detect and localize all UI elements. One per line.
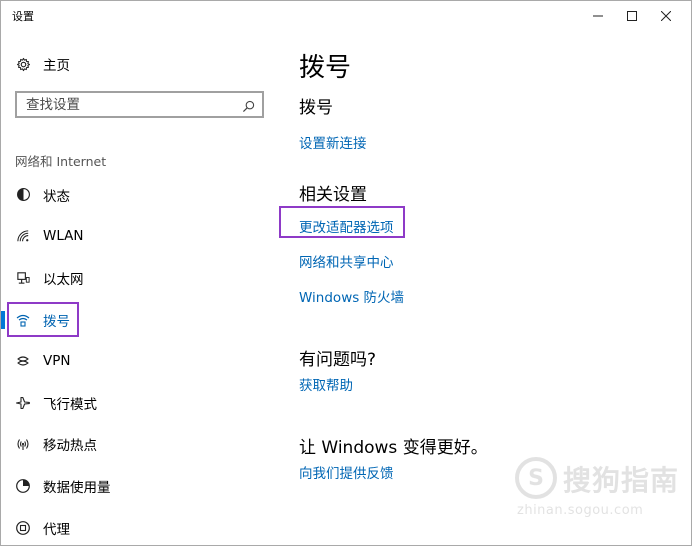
question-heading: 有问题吗? (299, 350, 377, 370)
sidebar-item-status[interactable]: 状态 (1, 174, 281, 216)
sidebar: 主页 网络和 Internet 状态 WLAN (1, 31, 281, 546)
ethernet-icon (15, 270, 31, 286)
search-box[interactable] (15, 91, 264, 118)
gear-icon (15, 56, 31, 72)
main-content: 拨号 拨号 设置新连接 相关设置 更改适配器选项 网络和共享中心 Windows… (299, 31, 689, 546)
airplane-icon (15, 395, 31, 411)
selected-indicator (1, 310, 5, 329)
maximize-button[interactable] (615, 1, 649, 31)
sidebar-item-dialup[interactable]: 拨号 (1, 299, 281, 341)
close-button[interactable] (649, 1, 683, 31)
sidebar-item-airplane[interactable]: 飞行模式 (1, 382, 281, 424)
sidebar-nav: 状态 WLAN 以太网 拨号 VPN 飞行模式 移动热点 数据使用量 代理 (1, 174, 281, 546)
sidebar-item-label: 数据使用量 (43, 479, 111, 496)
close-icon (661, 11, 671, 21)
proxy-icon (15, 520, 31, 536)
related-settings-heading: 相关设置 (299, 185, 367, 205)
sidebar-item-label: 以太网 (43, 271, 84, 288)
sidebar-item-label: WLAN (43, 228, 84, 245)
dialup-heading: 拨号 (299, 98, 333, 118)
sidebar-item-label: 代理 (43, 521, 70, 538)
section-label: 网络和 Internet (15, 154, 107, 169)
home-label: 主页 (43, 58, 70, 74)
windows-firewall-link[interactable]: Windows 防火墙 (299, 286, 404, 306)
home-nav-item[interactable]: 主页 (15, 53, 70, 75)
sidebar-item-hotspot[interactable]: 移动热点 (1, 424, 281, 466)
sidebar-item-proxy[interactable]: 代理 (1, 507, 281, 546)
sidebar-item-label: 移动热点 (43, 438, 97, 455)
hotspot-icon (15, 436, 31, 452)
get-help-link[interactable]: 获取帮助 (299, 374, 353, 394)
sidebar-item-vpn[interactable]: VPN (1, 340, 281, 382)
search-icon[interactable] (242, 98, 255, 117)
settings-window: 设置 主页 网络和 Internet (0, 0, 692, 546)
page-title: 拨号 (299, 53, 352, 83)
wifi-icon (15, 228, 31, 244)
network-sharing-center-link[interactable]: 网络和共享中心 (299, 251, 394, 271)
window-title: 设置 (12, 10, 34, 23)
dialup-icon (15, 312, 31, 328)
maximize-icon (627, 11, 637, 21)
sidebar-item-label: 飞行模式 (43, 396, 97, 413)
status-icon (15, 187, 31, 203)
minimize-button[interactable] (581, 1, 615, 31)
vpn-icon (15, 353, 31, 369)
improve-windows-heading: 让 Windows 变得更好。 (299, 438, 488, 458)
change-adapter-options-link[interactable]: 更改适配器选项 (299, 216, 394, 236)
give-feedback-link[interactable]: 向我们提供反馈 (299, 462, 394, 482)
sidebar-item-ethernet[interactable]: 以太网 (1, 257, 281, 299)
sidebar-item-label: VPN (43, 353, 71, 370)
sidebar-item-data-usage[interactable]: 数据使用量 (1, 465, 281, 507)
title-bar: 设置 (1, 1, 691, 31)
sidebar-item-label: 拨号 (43, 313, 70, 330)
setup-new-connection-link[interactable]: 设置新连接 (299, 132, 367, 152)
minimize-icon (593, 15, 603, 17)
sidebar-item-wlan[interactable]: WLAN (1, 216, 281, 258)
sidebar-item-label: 状态 (43, 188, 70, 205)
data-usage-icon (15, 478, 31, 494)
search-input[interactable] (17, 93, 262, 116)
